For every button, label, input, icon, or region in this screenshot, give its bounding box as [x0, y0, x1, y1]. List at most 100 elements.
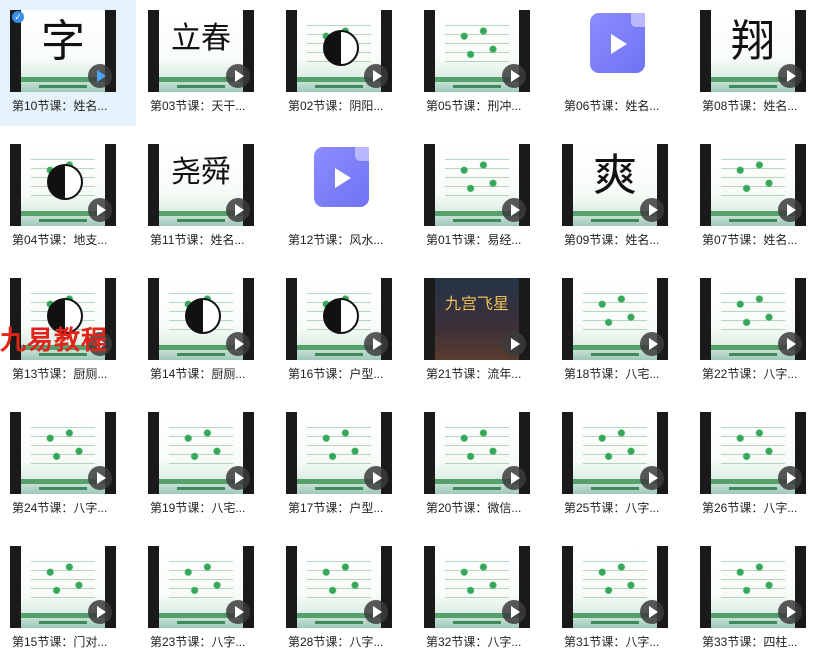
video-tile[interactable]: 第05节课：刑冲... [414, 0, 550, 126]
thumbnail-diagram [307, 554, 371, 606]
thumbnail-text: 尧舜 [171, 155, 231, 190]
play-icon [364, 466, 388, 490]
file-name-label: 第17节课：户型... [288, 501, 384, 515]
video-tile[interactable]: 第12节课：风水... [276, 134, 412, 260]
video-tile[interactable]: 第31节课：八字... [552, 536, 688, 662]
play-icon [502, 64, 526, 88]
video-tile[interactable]: 第16节课：户型... [276, 268, 412, 394]
video-tile[interactable]: 第06节课：姓名... [552, 0, 688, 126]
file-name-label: 第21节课：流年... [426, 367, 522, 381]
file-name-label: 第18节课：八宅... [564, 367, 660, 381]
thumbnail-banner [729, 621, 777, 624]
thumbnail-banner [315, 621, 363, 624]
video-thumbnail [424, 144, 530, 226]
play-icon [502, 600, 526, 624]
thumbnail-banner [177, 85, 225, 88]
thumbnail-text: 立春 [171, 21, 231, 56]
video-thumbnail [562, 278, 668, 360]
file-name-label: 第24节课：八字... [12, 501, 108, 515]
video-thumbnail [286, 546, 392, 628]
video-tile[interactable]: 第25节课：八字... [552, 402, 688, 528]
video-tile[interactable]: 九宫飞星第21节课：流年... [414, 268, 550, 394]
play-icon [226, 466, 250, 490]
play-icon [502, 466, 526, 490]
play-icon [88, 600, 112, 624]
video-tile[interactable]: 第22节课：八字... [690, 268, 826, 394]
video-thumbnail: 翔 [700, 10, 806, 92]
file-name-label: 第22节课：八字... [702, 367, 798, 381]
selected-check-icon[interactable]: ✓ [12, 11, 24, 23]
thumbnail-banner [177, 487, 225, 490]
thumbnail-banner [453, 487, 501, 490]
file-name-label: 第20节课：微信... [426, 501, 522, 515]
thumbnail-banner [453, 219, 501, 222]
thumbnail-text: 爽 [593, 150, 637, 201]
play-icon [502, 198, 526, 222]
video-tile[interactable]: 字 ✓ 第10节课：姓名... [0, 0, 136, 126]
video-tile[interactable]: 第02节课：阴阳... [276, 0, 412, 126]
play-icon [778, 332, 802, 356]
file-name-label: 第01节课：易经... [426, 233, 522, 247]
video-tile[interactable]: 第19节课：八宅... [138, 402, 274, 528]
file-name-label: 第19节课：八宅... [150, 501, 246, 515]
video-tile[interactable]: 第26节课：八字... [690, 402, 826, 528]
video-thumbnail [286, 278, 392, 360]
video-tile[interactable]: 爽第09节课：姓名... [552, 134, 688, 260]
thumbnail-banner [729, 487, 777, 490]
thumbnail-diagram [445, 554, 509, 606]
thumbnail-banner [177, 353, 225, 356]
video-tile[interactable]: 第07节课：姓名... [690, 134, 826, 260]
thumbnail-diagram [169, 420, 233, 472]
thumbnail-banner [729, 353, 777, 356]
video-tile[interactable]: 第18节课：八宅... [552, 268, 688, 394]
video-tile[interactable]: 立春 第03节课：天干... [138, 0, 274, 126]
thumbnail-diagram [721, 420, 785, 472]
file-name-label: 第04节课：地支... [12, 233, 108, 247]
thumbnail-banner [453, 85, 501, 88]
video-tile[interactable]: 第01节课：易经... [414, 134, 550, 260]
thumbnail-banner [39, 621, 87, 624]
play-icon [88, 466, 112, 490]
play-icon [88, 198, 112, 222]
file-name-label: 第06节课：姓名... [564, 99, 660, 113]
video-thumbnail: 字 [10, 10, 116, 92]
file-name-label: 第11节课：姓名... [150, 233, 245, 247]
video-tile[interactable]: 翔第08节课：姓名... [690, 0, 826, 126]
video-tile[interactable]: 第32节课：八字... [414, 536, 550, 662]
video-tile[interactable]: 第04节课：地支... [0, 134, 136, 260]
play-icon [640, 332, 664, 356]
file-name-label: 第10节课：姓名... [12, 99, 108, 113]
play-icon [502, 332, 526, 356]
video-thumbnail [562, 412, 668, 494]
video-tile[interactable]: 第28节课：八字... [276, 536, 412, 662]
file-name-label: 第09节课：姓名... [564, 233, 660, 247]
play-icon [640, 600, 664, 624]
thumbnail-text: 九宫飞星 [444, 294, 509, 313]
thumbnail-diagram [31, 554, 95, 606]
video-tile[interactable]: 第20节课：微信... [414, 402, 550, 528]
thumbnail-diagram [583, 420, 647, 472]
video-thumbnail [10, 546, 116, 628]
play-icon [778, 198, 802, 222]
file-name-label: 第15节课：门对... [12, 635, 108, 649]
thumbnail-diagram [169, 554, 233, 606]
video-thumbnail [700, 278, 806, 360]
thumbnail-banner [315, 353, 363, 356]
video-tile[interactable]: 第17节课：户型... [276, 402, 412, 528]
file-name-label: 第25节课：八字... [564, 501, 660, 515]
video-tile[interactable]: 第15节课：门对... [0, 536, 136, 662]
thumbnail-banner [177, 621, 225, 624]
video-tile[interactable]: 尧舜第11节课：姓名... [138, 134, 274, 260]
thumbnail-diagram [721, 152, 785, 204]
video-tile[interactable]: 第23节课：八字... [138, 536, 274, 662]
video-thumbnail [286, 10, 392, 92]
video-thumbnail [700, 412, 806, 494]
video-file-icon [314, 147, 369, 207]
video-thumbnail: 爽 [562, 144, 668, 226]
thumbnail-banner [39, 487, 87, 490]
video-tile[interactable]: 第33节课：四柱... [690, 536, 826, 662]
video-tile[interactable]: 第24节课：八字... [0, 402, 136, 528]
video-tile[interactable]: 第14节课：厨厕... [138, 268, 274, 394]
thumbnail-banner [453, 621, 501, 624]
play-icon [778, 466, 802, 490]
